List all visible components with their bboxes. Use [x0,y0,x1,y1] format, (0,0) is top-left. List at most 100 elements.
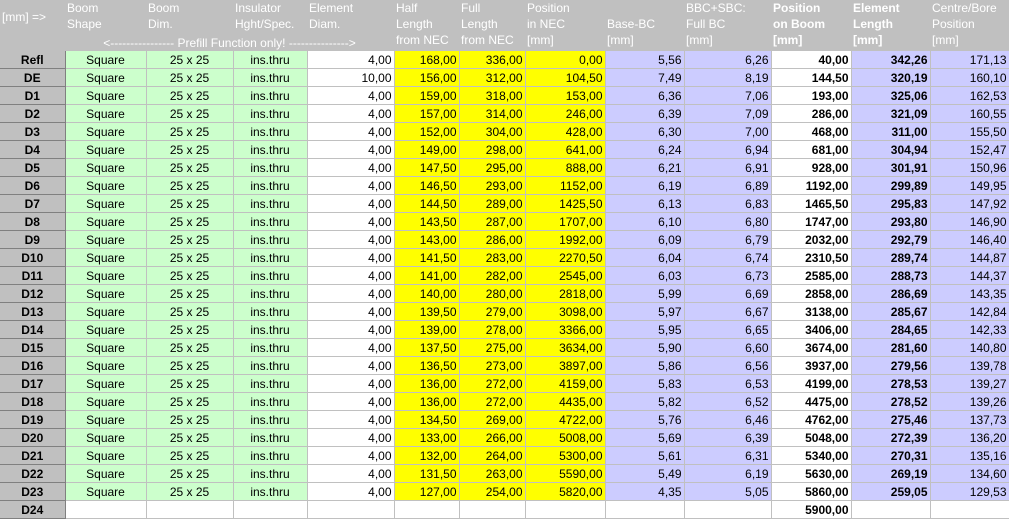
cell-base-bc[interactable]: 5,49 [605,464,685,483]
cell-full-length[interactable]: 295,00 [459,158,526,177]
cell-boom-shape[interactable]: Square [65,266,147,285]
cell-position-nec[interactable]: 428,00 [525,122,606,141]
cell-base-bc[interactable] [605,500,685,519]
cell-position-boom[interactable]: 3138,00 [771,302,852,321]
cell-insulator-spec[interactable] [233,500,308,519]
cell-position-nec[interactable]: 2270,50 [525,248,606,267]
cell-full-length[interactable]: 264,00 [459,446,526,465]
cell-full-length[interactable]: 282,00 [459,266,526,285]
cell-boom-dim[interactable]: 25 x 25 [146,338,234,357]
cell-position-nec[interactable]: 0,00 [525,51,606,69]
cell-full-length[interactable]: 318,00 [459,86,526,105]
cell-position-boom[interactable]: 2858,00 [771,284,852,303]
cell-boom-dim[interactable]: 25 x 25 [146,248,234,267]
cell-boom-shape[interactable]: Square [65,230,147,249]
cell-boom-dim[interactable]: 25 x 25 [146,104,234,123]
cell-position-boom[interactable]: 5860,00 [771,482,852,501]
cell-element-diam[interactable]: 4,00 [307,140,395,159]
cell-position-nec[interactable]: 888,00 [525,158,606,177]
cell-full-length[interactable]: 272,00 [459,392,526,411]
cell-base-bc[interactable]: 5,61 [605,446,685,465]
cell-position-nec[interactable]: 1425,50 [525,194,606,213]
cell-element-diam[interactable]: 4,00 [307,338,395,357]
cell-centre-position[interactable]: 146,40 [930,230,1009,249]
cell-position-boom[interactable]: 5900,00 [771,500,852,519]
cell-half-length[interactable] [394,500,460,519]
cell-position-boom[interactable]: 5630,00 [771,464,852,483]
cell-full-bc[interactable]: 6,46 [684,410,772,429]
cell-position-nec[interactable]: 5590,00 [525,464,606,483]
cell-boom-dim[interactable]: 25 x 25 [146,158,234,177]
cell-element-diam[interactable]: 4,00 [307,248,395,267]
cell-base-bc[interactable]: 6,24 [605,140,685,159]
cell-element-diam[interactable]: 4,00 [307,446,395,465]
cell-position-boom[interactable]: 4199,00 [771,374,852,393]
cell-boom-shape[interactable]: Square [65,176,147,195]
cell-boom-dim[interactable]: 25 x 25 [146,140,234,159]
cell-position-nec[interactable]: 4435,00 [525,392,606,411]
cell-position-boom[interactable]: 2032,00 [771,230,852,249]
cell-boom-dim[interactable]: 25 x 25 [146,464,234,483]
cell-centre-position[interactable]: 160,10 [930,68,1009,87]
cell-boom-dim[interactable] [146,500,234,519]
cell-half-length[interactable]: 141,50 [394,248,460,267]
cell-centre-position[interactable]: 144,37 [930,266,1009,285]
cell-position-boom[interactable]: 144,50 [771,68,852,87]
cell-insulator-spec[interactable]: ins.thru [233,212,308,231]
cell-centre-position[interactable]: 139,26 [930,392,1009,411]
cell-full-bc[interactable]: 6,65 [684,320,772,339]
cell-full-bc[interactable]: 6,91 [684,158,772,177]
cell-boom-shape[interactable]: Square [65,392,147,411]
cell-centre-position[interactable]: 162,53 [930,86,1009,105]
cell-boom-shape[interactable]: Square [65,482,147,501]
cell-insulator-spec[interactable]: ins.thru [233,482,308,501]
cell-element-diam[interactable]: 4,00 [307,51,395,69]
cell-boom-dim[interactable]: 25 x 25 [146,356,234,375]
cell-half-length[interactable]: 156,00 [394,68,460,87]
cell-half-length[interactable]: 131,50 [394,464,460,483]
cell-boom-dim[interactable]: 25 x 25 [146,302,234,321]
cell-boom-dim[interactable]: 25 x 25 [146,374,234,393]
cell-position-nec[interactable]: 1707,00 [525,212,606,231]
cell-boom-shape[interactable]: Square [65,446,147,465]
cell-position-nec[interactable]: 153,00 [525,86,606,105]
cell-insulator-spec[interactable]: ins.thru [233,464,308,483]
cell-half-length[interactable]: 132,00 [394,446,460,465]
cell-position-boom[interactable]: 3406,00 [771,320,852,339]
cell-full-bc[interactable]: 6,26 [684,51,772,69]
cell-base-bc[interactable]: 5,56 [605,51,685,69]
cell-full-bc[interactable]: 6,56 [684,356,772,375]
cell-element-length[interactable]: 304,94 [851,140,931,159]
cell-full-bc[interactable]: 6,73 [684,266,772,285]
cell-full-length[interactable]: 314,00 [459,104,526,123]
cell-position-nec[interactable]: 5300,00 [525,446,606,465]
cell-insulator-spec[interactable]: ins.thru [233,302,308,321]
cell-base-bc[interactable]: 5,90 [605,338,685,357]
cell-element-diam[interactable]: 4,00 [307,428,395,447]
cell-element-diam[interactable]: 10,00 [307,68,395,87]
cell-full-length[interactable]: 279,00 [459,302,526,321]
cell-element-length[interactable]: 270,31 [851,446,931,465]
cell-position-boom[interactable]: 1747,00 [771,212,852,231]
cell-position-nec[interactable]: 4159,00 [525,374,606,393]
cell-element-diam[interactable]: 4,00 [307,266,395,285]
cell-centre-position[interactable]: 134,60 [930,464,1009,483]
cell-position-nec[interactable] [525,500,606,519]
cell-element-diam[interactable]: 4,00 [307,392,395,411]
cell-element-diam[interactable]: 4,00 [307,194,395,213]
cell-insulator-spec[interactable]: ins.thru [233,158,308,177]
cell-insulator-spec[interactable]: ins.thru [233,104,308,123]
cell-full-bc[interactable]: 6,52 [684,392,772,411]
cell-full-length[interactable]: 312,00 [459,68,526,87]
cell-full-bc[interactable]: 6,74 [684,248,772,267]
cell-boom-dim[interactable]: 25 x 25 [146,122,234,141]
cell-position-nec[interactable]: 2545,00 [525,266,606,285]
cell-boom-dim[interactable]: 25 x 25 [146,410,234,429]
cell-centre-position[interactable]: 147,92 [930,194,1009,213]
cell-element-diam[interactable]: 4,00 [307,86,395,105]
cell-element-length[interactable]: 295,83 [851,194,931,213]
cell-element-diam[interactable]: 4,00 [307,176,395,195]
cell-element-diam[interactable]: 4,00 [307,374,395,393]
cell-boom-dim[interactable]: 25 x 25 [146,86,234,105]
cell-boom-shape[interactable]: Square [65,86,147,105]
